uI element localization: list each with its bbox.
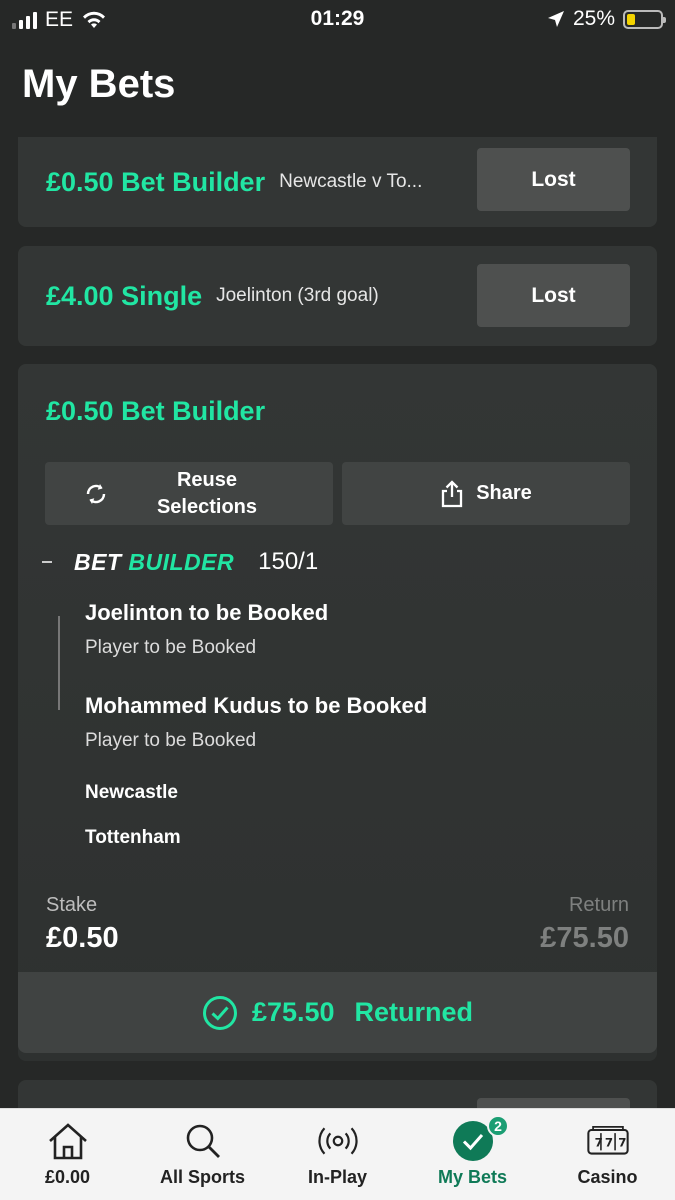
stake-label: Stake (46, 894, 98, 916)
stake-value: £0.50 (46, 922, 119, 954)
nav-label: My Bets (437, 1167, 508, 1187)
team-name: Tottenham (85, 827, 181, 848)
check-circle-icon (202, 995, 237, 1030)
bet-builder-logo: BET BUILDER (74, 549, 234, 576)
bet-amount: £0.50 Bet Builder (46, 166, 266, 197)
bet-amount: £0.50 Bet Builder (46, 396, 266, 426)
nav-label: Casino (577, 1167, 638, 1187)
bet-odds: 150/1 (258, 548, 319, 575)
bet-status-lost[interactable]: Lost (477, 148, 630, 211)
location-arrow-icon (547, 11, 564, 27)
team-name: Newcastle (85, 782, 178, 803)
bottom-nav: £0.00 All Sports In-Play 2 My Bets 7 7 7… (0, 1108, 675, 1200)
returned-amount: £75.50 (251, 997, 335, 1027)
search-icon (181, 1121, 225, 1161)
collapse-icon[interactable] (42, 561, 52, 563)
broadcast-icon (316, 1121, 360, 1161)
nav-label: £0.00 (44, 1167, 91, 1187)
leg-market: Player to be Booked (85, 730, 257, 751)
bet-builder-row[interactable]: BET BUILDER 150/1 (42, 548, 318, 576)
refresh-icon (86, 483, 106, 504)
share-button[interactable]: Share (342, 462, 630, 525)
bet-builder-logo-bet: BET (74, 548, 122, 575)
page-title: My Bets (22, 62, 176, 106)
bet-description: Joelinton (3rd goal) (216, 285, 379, 306)
nav-casino[interactable]: 7 7 7 Casino (540, 1109, 675, 1200)
share-icon (442, 479, 463, 507)
bet-list[interactable]: £0.50 Bet Builder Newcastle v To... Lost… (0, 137, 675, 1108)
bet-builder-logo-builder: BUILDER (128, 548, 235, 575)
nav-home[interactable]: £0.00 (0, 1109, 135, 1200)
nav-in-play[interactable]: In-Play (270, 1109, 405, 1200)
leg-market: Player to be Booked (85, 637, 257, 658)
slot-machine-icon: 7 7 7 (586, 1121, 630, 1161)
bet-status-button[interactable] (477, 1098, 630, 1108)
share-label: Share (476, 482, 532, 504)
bet-status-lost[interactable]: Lost (477, 264, 630, 327)
reuse-label: Reuse Selections (157, 467, 257, 521)
svg-text:7: 7 (594, 1136, 602, 1150)
svg-text:7: 7 (604, 1136, 612, 1150)
battery-percent: 25% (572, 7, 615, 30)
status-bar: EE 01:29 25% (0, 0, 675, 40)
notification-badge: 2 (487, 1115, 509, 1137)
leg-title: Joelinton to be Booked (85, 600, 329, 625)
leg-title: Mohammed Kudus to be Booked (85, 693, 428, 718)
bet-card-collapsed[interactable]: £0.50 Bet Builder Newcastle v To... Lost (18, 137, 657, 227)
status-right: 25% (547, 7, 666, 31)
reuse-selections-button[interactable]: Reuse Selections (45, 462, 333, 525)
bet-card-expanded[interactable]: £0.50 Bet Builder Reuse Selections Share (18, 364, 657, 1061)
reuse-label-line2: Selections (156, 495, 258, 518)
returned-banner: £75.50 Returned (18, 972, 657, 1053)
return-value: £75.50 (540, 922, 629, 954)
bet-card-collapsed[interactable] (18, 1080, 657, 1108)
svg-text:7: 7 (618, 1136, 626, 1150)
nav-label: In-Play (307, 1167, 368, 1187)
battery-icon (623, 9, 666, 29)
legs-connector (58, 616, 60, 710)
bet-card-collapsed[interactable]: £4.00 Single Joelinton (3rd goal) Lost (18, 246, 657, 346)
reuse-label-line1: Reuse (176, 468, 237, 491)
returned-label: Returned (354, 997, 474, 1027)
nav-label: All Sports (159, 1167, 245, 1187)
bet-description: Newcastle v To... (279, 171, 423, 192)
nav-all-sports[interactable]: All Sports (135, 1109, 270, 1200)
nav-my-bets[interactable]: 2 My Bets (405, 1109, 540, 1200)
home-icon (46, 1121, 90, 1161)
return-label: Return (568, 894, 629, 916)
bet-amount: £4.00 Single (46, 280, 203, 311)
